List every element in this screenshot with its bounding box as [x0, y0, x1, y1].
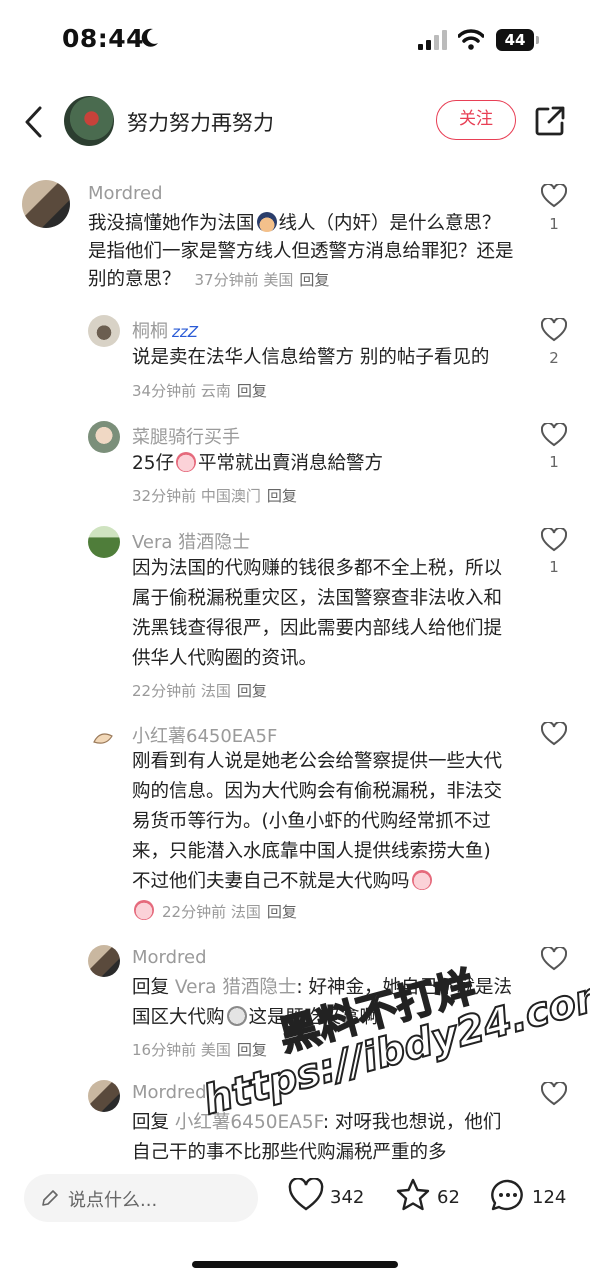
- reply-item: Vera 猎酒隐士 因为法国的代购赚的钱很多都不全上税，所以属于偷税漏税重灾区，…: [0, 524, 590, 704]
- like-button[interactable]: 342: [288, 1178, 378, 1218]
- commenter-name[interactable]: 菜腿骑行买手: [132, 423, 240, 449]
- comment-text: 说是卖在法华人信息给警方 别的帖子看见的: [132, 347, 490, 368]
- commenter-name[interactable]: 桐桐 zzZ: [132, 317, 198, 343]
- note-header: 努力努力再努力 关注: [0, 88, 590, 158]
- crying-emoji-icon: [176, 452, 197, 472]
- reply-link[interactable]: 回复: [237, 1041, 267, 1059]
- like-heart-icon[interactable]: [541, 528, 567, 552]
- back-arrow-icon[interactable]: [22, 104, 46, 140]
- comment-meta: 16分钟前 美国 回复: [132, 1041, 267, 1059]
- comment-meta: 22分钟前 法国 回复: [162, 903, 297, 921]
- comment-item: Mordred 我没搞懂她作为法国 线人（内奸）是什么意思？是指他们一家是警方线人…: [0, 180, 590, 300]
- crying-emoji-icon: [134, 900, 154, 920]
- like-heart-icon[interactable]: [541, 423, 567, 447]
- commenter-name[interactable]: Vera 猎酒隐士: [132, 528, 250, 554]
- police-emoji-icon: [256, 212, 277, 232]
- reply-link[interactable]: 回复: [267, 903, 297, 921]
- like-heart-icon[interactable]: [541, 318, 567, 342]
- commenter-avatar[interactable]: [88, 526, 120, 558]
- author-name[interactable]: 努力努力再努力: [127, 107, 274, 137]
- heart-icon: [288, 1178, 324, 1211]
- like-heart-icon[interactable]: [541, 947, 567, 971]
- status-time: 08:44: [62, 24, 145, 53]
- commenter-name[interactable]: Mordred: [88, 183, 163, 204]
- reply-link[interactable]: 回复: [237, 382, 267, 400]
- reply-item: 小红薯6450EA5F 刚看到有人说是她老公会给警察提供一些大代购的信息。因为大…: [0, 720, 590, 930]
- comment-text: 刚看到有人说是她老公会给警察提供一些大代购的信息。因为大代购会有偷税漏税，非法交…: [132, 751, 503, 921]
- reply-item: Mordred 回复 小红薯6450EA5F: 对呀我也想说，他们自己干的事不比…: [0, 1078, 590, 1160]
- commenter-avatar[interactable]: [88, 1080, 120, 1112]
- reply-target[interactable]: 小红薯6450EA5F: [175, 1112, 323, 1133]
- status-bar: 08:44 44: [0, 0, 590, 80]
- battery-level: 44: [496, 29, 534, 51]
- like-count: 2: [549, 349, 559, 367]
- comment-text: 回复 小红薯6450EA5F: 对呀我也想说，他们自己干的事不比那些代购漏税严重…: [132, 1112, 502, 1160]
- like-total: 342: [330, 1187, 365, 1208]
- ghost-emoji-icon: [226, 1006, 247, 1026]
- reply-link[interactable]: 回复: [267, 487, 297, 505]
- reply-item: 桐桐 zzZ 说是卖在法华人信息给警方 别的帖子看见的 34分钟前 云南 回复 2: [0, 312, 590, 402]
- bottom-bar: 说点什么... 342 62 124: [0, 1160, 590, 1280]
- like-count: 1: [549, 453, 559, 471]
- comment-meta: 34分钟前 云南 回复: [132, 382, 267, 400]
- comments-total: 124: [532, 1187, 567, 1208]
- commenter-name[interactable]: Mordred: [132, 1082, 207, 1103]
- commenter-name[interactable]: Mordred: [132, 947, 207, 968]
- follow-button[interactable]: 关注: [436, 100, 516, 140]
- pencil-icon: [42, 1190, 58, 1206]
- like-count: 1: [549, 558, 559, 576]
- moon-icon: [141, 28, 158, 47]
- like-heart-icon[interactable]: [541, 184, 567, 208]
- comment-bubble-icon: [491, 1179, 523, 1211]
- comment-meta: 32分钟前 中国澳门 回复: [132, 487, 297, 505]
- sweet-potato-icon: [93, 733, 113, 744]
- reply-item: Mordred 回复 Vera 猎酒隐士: 好神金，她自己不就是法国区大代购 这是…: [0, 943, 590, 1063]
- commenter-avatar[interactable]: [88, 315, 120, 347]
- commenter-avatar[interactable]: [92, 726, 114, 748]
- commenter-avatar[interactable]: [88, 421, 120, 453]
- collect-total: 62: [437, 1187, 460, 1208]
- comment-input-placeholder: 说点什么...: [68, 1190, 158, 1211]
- comment-meta: 37分钟前 美国 回复: [194, 271, 330, 289]
- comments-button[interactable]: 124: [490, 1178, 580, 1218]
- signal-icon: [418, 30, 447, 50]
- battery-icon: 44: [496, 29, 540, 51]
- comment-meta: 22分钟前 法国 回复: [132, 682, 267, 700]
- comment-text: 因为法国的代购赚的钱很多都不全上税，所以属于偷税漏税重灾区，法国警察查非法收入和…: [132, 558, 503, 669]
- commenter-avatar[interactable]: [88, 945, 120, 977]
- reply-item: 菜腿骑行买手 25仔 平常就出賣消息給警方 32分钟前 中国澳门 回复 1: [0, 419, 590, 509]
- home-indicator[interactable]: [192, 1261, 398, 1268]
- like-count: 1: [549, 215, 559, 233]
- comment-input[interactable]: 说点什么...: [24, 1174, 258, 1222]
- author-avatar[interactable]: [64, 96, 114, 146]
- star-icon: [396, 1178, 430, 1211]
- like-heart-icon[interactable]: [541, 1082, 567, 1106]
- reply-link[interactable]: 回复: [237, 682, 267, 700]
- collect-button[interactable]: 62: [395, 1178, 475, 1218]
- reply-target[interactable]: Vera 猎酒隐士: [175, 977, 296, 998]
- like-heart-icon[interactable]: [541, 722, 567, 746]
- commenter-avatar[interactable]: [22, 180, 70, 228]
- share-icon[interactable]: [534, 105, 566, 137]
- commenter-name[interactable]: 小红薯6450EA5F: [132, 722, 277, 748]
- sweat-emoji-icon: [411, 870, 432, 890]
- comment-text: 回复 Vera 猎酒隐士: 好神金，她自己不就是法国区大代购 这是既吃又拿啊: [132, 977, 512, 1028]
- reply-link[interactable]: 回复: [299, 271, 329, 289]
- comment-text: 我没搞懂她作为法国 线人（内奸）是什么意思？是指他们一家是警方线人但透警方消息给罪…: [88, 212, 514, 290]
- wifi-icon: [458, 29, 484, 50]
- comment-text: 25仔 平常就出賣消息給警方: [132, 452, 384, 474]
